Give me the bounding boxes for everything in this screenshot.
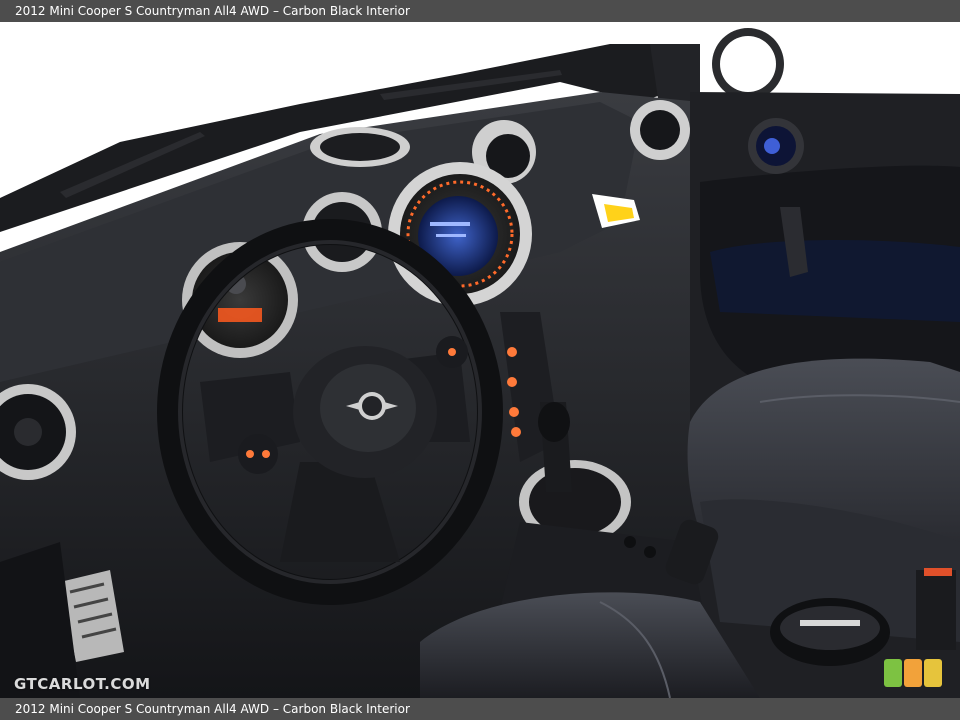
image-caption-bottom: 2012 Mini Cooper S Countryman All4 AWD –… (0, 698, 960, 720)
image-caption-top: 2012 Mini Cooper S Countryman All4 AWD –… (0, 0, 960, 22)
gtcarlot-watermark: GTCARLOT.COM (14, 675, 151, 693)
car-interior-photo (0, 22, 960, 698)
rating-square-green (884, 659, 902, 687)
rating-square-orange (904, 659, 922, 687)
rating-square-yellow (924, 659, 942, 687)
color-rating-squares (884, 659, 942, 687)
